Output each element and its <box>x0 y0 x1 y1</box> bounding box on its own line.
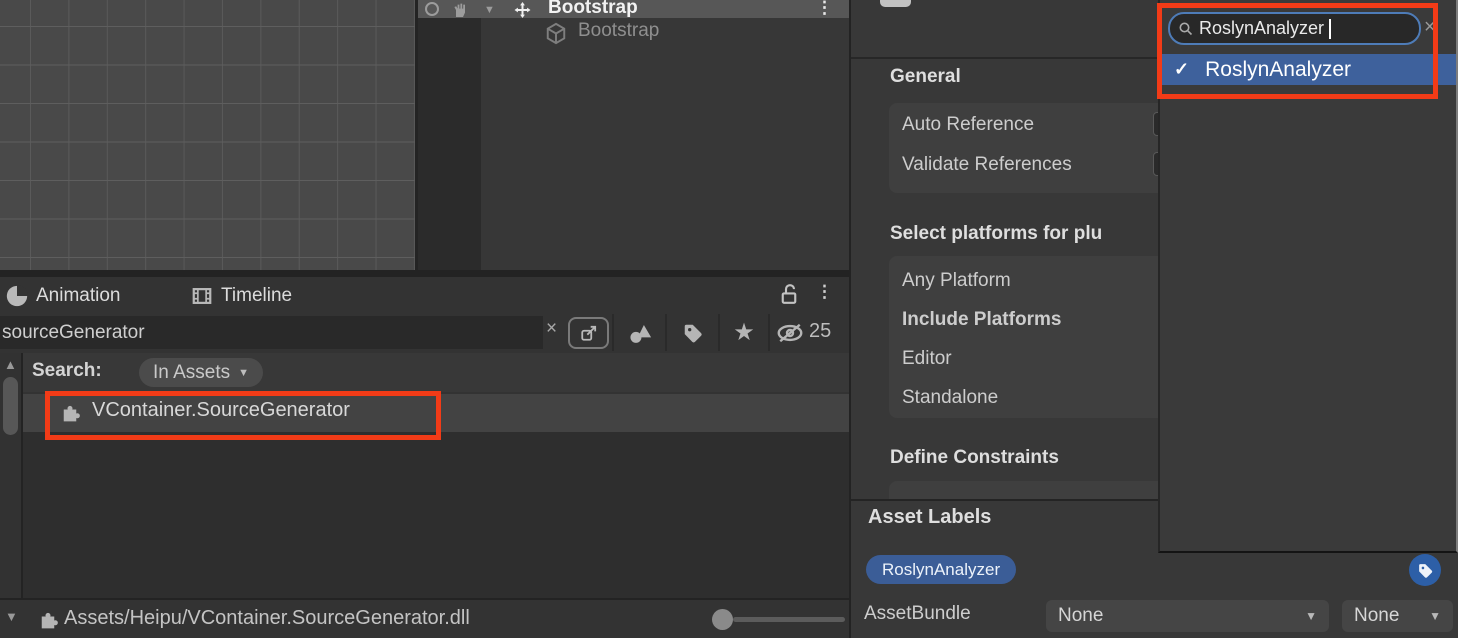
filter-by-type-icon[interactable] <box>618 314 664 351</box>
hand-drag-icon[interactable] <box>452 2 470 17</box>
search-input[interactable]: sourceGenerator <box>0 316 543 349</box>
timeline-track-item[interactable]: Bootstrap <box>578 20 659 42</box>
toolbar-divider <box>665 314 667 351</box>
inspector-row-label: Include Platforms <box>902 309 1061 330</box>
assetbundle-label: AssetBundle <box>864 603 971 625</box>
film-icon <box>191 285 213 307</box>
inspector-row-label: Validate References <box>902 154 1072 175</box>
assetbundle-value: None <box>1058 605 1103 627</box>
curve-grid-panel[interactable] <box>0 0 415 270</box>
chevron-down-icon: ▼ <box>1429 609 1441 623</box>
chevron-down-icon[interactable]: ▼ <box>484 4 495 16</box>
open-search-window-button[interactable] <box>568 317 609 349</box>
timeline-track-gutter <box>418 18 481 270</box>
clear-search-icon[interactable]: × <box>546 318 557 340</box>
scope-value: In Assets <box>153 362 230 384</box>
search-scope-dropdown[interactable]: In Assets ▼ <box>139 358 263 387</box>
panel-divider <box>21 353 23 598</box>
inspector-top-shape <box>880 0 911 7</box>
chevron-down-icon: ▼ <box>238 367 249 379</box>
search-scope-label: Search: <box>32 360 102 382</box>
timeline-panel: ▼ Bootstrap ⋮ Bootstrap <box>418 0 849 270</box>
tab-label: Timeline <box>221 285 292 307</box>
tab-timeline[interactable]: Timeline <box>191 277 292 314</box>
edit-labels-tag-button[interactable] <box>1409 554 1441 586</box>
clock-icon <box>6 285 28 307</box>
filter-by-label-icon[interactable] <box>670 314 716 351</box>
assetbundle-variant-value: None <box>1354 605 1399 627</box>
search-toolbar: sourceGenerator × ★ 25 <box>0 314 849 351</box>
inspector-row-label: Standalone <box>902 387 998 408</box>
asset-labels-title: Asset Labels <box>868 506 991 529</box>
platforms-section-title: Select platforms for plu <box>890 223 1102 245</box>
inspector-row-label: Any Platform <box>902 270 1011 291</box>
scrollbar-thumb[interactable] <box>3 377 18 435</box>
general-section-title: General <box>890 66 961 88</box>
selected-asset-path: Assets/Heipu/VContainer.SourceGenerator.… <box>64 607 470 630</box>
timeline-header: ▼ Bootstrap ⋮ <box>418 0 849 18</box>
lock-open-icon[interactable] <box>779 283 799 305</box>
move-tool-icon <box>514 2 531 18</box>
annotation-rect-popup <box>1157 3 1438 99</box>
assetbundle-variant-dropdown[interactable]: None ▼ <box>1342 600 1453 632</box>
kebab-menu-icon[interactable]: ⋮ <box>816 0 833 18</box>
results-empty-area <box>23 432 849 598</box>
animation-panel: Animation Timeline ⋮ sourceGenerator × <box>0 270 849 638</box>
toolbar-divider <box>718 314 720 351</box>
zoom-slider-knob[interactable] <box>712 609 733 630</box>
annotation-rect-result <box>45 391 441 440</box>
kebab-menu-icon[interactable]: ⋮ <box>816 282 833 302</box>
define-constraints-title: Define Constraints <box>890 447 1059 469</box>
zoom-slider-track[interactable] <box>733 617 845 622</box>
inspector-row-label: Editor <box>902 348 952 369</box>
asset-path-statusbar: ▼ Assets/Heipu/VContainer.SourceGenerato… <box>0 598 849 638</box>
plugin-puzzle-icon <box>38 608 58 630</box>
asset-label-chip-text: RoslynAnalyzer <box>882 560 1000 580</box>
unity-editor-screenshot: ▼ Bootstrap ⋮ Bootstrap Animation Timeli… <box>0 0 1458 638</box>
toolbar-divider <box>768 314 770 351</box>
search-scope-row: Search: In Assets ▼ <box>0 353 849 392</box>
scroll-down-icon[interactable]: ▼ <box>5 609 18 624</box>
chevron-down-icon: ▼ <box>1305 609 1317 623</box>
assetbundle-dropdown[interactable]: None ▼ <box>1046 600 1329 632</box>
hidden-count: 25 <box>809 320 831 343</box>
panel-divider <box>0 270 849 277</box>
hidden-items-eye-icon[interactable] <box>772 314 808 351</box>
prefab-cube-icon <box>545 22 567 45</box>
tab-label: Animation <box>36 285 121 307</box>
scroll-up-icon[interactable]: ▲ <box>4 357 17 372</box>
vertical-scrollbar[interactable]: ▲ <box>0 353 21 598</box>
timeline-title: Bootstrap <box>548 0 638 19</box>
tab-animation[interactable]: Animation <box>6 277 121 314</box>
asset-label-chip[interactable]: RoslynAnalyzer <box>866 555 1016 584</box>
preview-eye-icon[interactable] <box>424 2 440 16</box>
toolbar-divider <box>612 314 614 351</box>
inspector-row-label: Auto Reference <box>902 114 1034 135</box>
favorites-star-icon[interactable]: ★ <box>722 314 766 351</box>
